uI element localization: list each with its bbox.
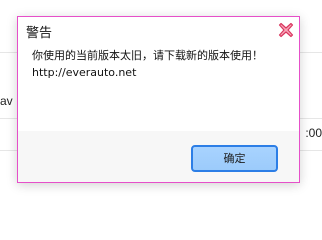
close-button[interactable] [277, 21, 295, 39]
dialog-title: 警告 [26, 26, 53, 41]
message-text: 你使用的当前版本太旧，请下载新的版本使用！ [32, 49, 263, 62]
ok-button[interactable]: 确定 [191, 145, 278, 172]
message-url: http://everauto.net [32, 66, 137, 79]
warning-dialog: 警告 你使用的当前版本太旧，请下载新的版本使用！ http://everauto… [17, 16, 300, 183]
background-cell-time: :00 [305, 126, 322, 140]
close-x-icon [278, 22, 294, 38]
dialog-titlebar: 警告 [18, 17, 299, 43]
dialog-message: 你使用的当前版本太旧，请下载新的版本使用！ http://everauto.ne… [32, 47, 263, 81]
background-cell-text: av [0, 94, 13, 108]
